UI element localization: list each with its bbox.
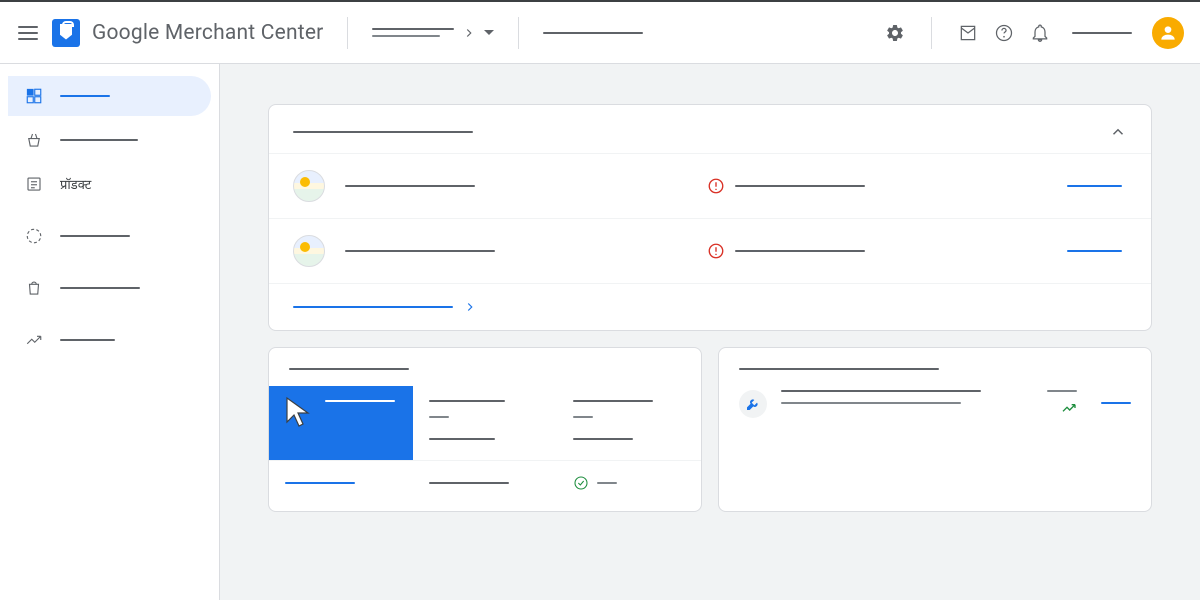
status-row[interactable]: [269, 218, 1151, 283]
stats-bottom-link[interactable]: [285, 482, 355, 484]
sidebar-item-label: [60, 95, 110, 97]
error-icon: [707, 177, 725, 195]
user-avatar[interactable]: [1152, 17, 1184, 49]
collapse-icon[interactable]: [1109, 123, 1127, 141]
sidebar-item-label: प्रॉडक्ट: [60, 175, 91, 193]
chevron-right-icon: [462, 26, 476, 40]
divider: [518, 17, 519, 49]
stats-card-title: [289, 368, 409, 370]
stats-bottom-cell: [557, 475, 701, 497]
sidebar-item-growth[interactable]: [8, 320, 211, 360]
insight-card: [718, 347, 1152, 512]
cursor-icon: [281, 394, 317, 430]
merchant-center-logo-icon[interactable]: [52, 19, 80, 47]
account-label: [1072, 32, 1132, 34]
dropdown-arrow-icon: [484, 28, 494, 38]
performance-icon: [24, 226, 44, 246]
stats-cell-label: [325, 400, 395, 402]
insight-metric: [1047, 390, 1077, 392]
row-action-link[interactable]: [1067, 185, 1122, 187]
main-content: [220, 64, 1200, 600]
card-title: [293, 131, 473, 133]
stats-cell-sub: [573, 438, 633, 440]
insight-action-link[interactable]: [1101, 402, 1131, 404]
sidebar-item-label: [60, 287, 140, 289]
account-selector-dropdown[interactable]: [372, 26, 494, 40]
stats-cell-label: [573, 400, 653, 402]
stats-card: [268, 347, 702, 512]
wrench-icon: [739, 390, 767, 418]
notifications-icon[interactable]: [1028, 21, 1052, 45]
sidebar-item-label: [60, 139, 138, 141]
sidebar-item-label: [60, 339, 115, 341]
insight-card-title: [739, 368, 939, 370]
basket-icon: [24, 130, 44, 150]
sidebar-item-performance[interactable]: [8, 216, 211, 256]
stats-cell-sub: [429, 438, 495, 440]
stats-cell-value: [429, 416, 449, 418]
stats-cell[interactable]: [413, 386, 557, 460]
sidebar-item-overview[interactable]: [8, 76, 211, 116]
sidebar-item-products[interactable]: प्रॉडक्ट: [8, 164, 211, 204]
divider: [931, 17, 932, 49]
divider: [347, 17, 348, 49]
insight-line: [781, 390, 981, 392]
stats-bottom-value: [597, 482, 617, 484]
menu-icon[interactable]: [16, 21, 40, 45]
overview-icon: [24, 86, 44, 106]
stats-bottom-cell: [413, 475, 557, 497]
status-card: [268, 104, 1152, 331]
growth-icon: [24, 330, 44, 350]
sidebar-nav: प्रॉडक्ट: [0, 64, 220, 600]
row-action-link[interactable]: [1067, 250, 1122, 252]
stats-cell-active[interactable]: [269, 386, 413, 460]
chevron-right-icon: [463, 300, 477, 314]
sidebar-item-label: [60, 235, 130, 237]
products-icon: [24, 174, 44, 194]
error-icon: [707, 242, 725, 260]
settings-icon[interactable]: [883, 21, 907, 45]
check-circle-icon: [573, 475, 589, 491]
row-title: [345, 185, 475, 187]
app-header: Google Merchant Center: [0, 0, 1200, 64]
sidebar-item-shopping[interactable]: [8, 120, 211, 160]
status-row[interactable]: [269, 153, 1151, 218]
sidebar-item-marketing[interactable]: [8, 268, 211, 308]
product-thumbnail-icon: [293, 235, 325, 267]
stats-cell[interactable]: [557, 386, 701, 460]
insight-line: [781, 402, 961, 404]
row-status: [735, 250, 865, 252]
shopping-bag-icon: [24, 278, 44, 298]
product-thumbnail-icon: [293, 170, 325, 202]
help-icon[interactable]: [992, 21, 1016, 45]
view-all-link[interactable]: [293, 306, 453, 308]
stats-bottom-cell[interactable]: [269, 475, 413, 497]
mail-icon[interactable]: [956, 21, 980, 45]
app-title: Google Merchant Center: [92, 21, 323, 45]
stats-cell-label: [429, 400, 505, 402]
header-secondary-label: [543, 32, 643, 34]
card-footer: [269, 283, 1151, 330]
row-title: [345, 250, 495, 252]
stats-cell-value: [573, 416, 593, 418]
stats-bottom-value: [429, 482, 509, 484]
trend-up-icon: [1061, 400, 1077, 416]
row-status: [735, 185, 865, 187]
